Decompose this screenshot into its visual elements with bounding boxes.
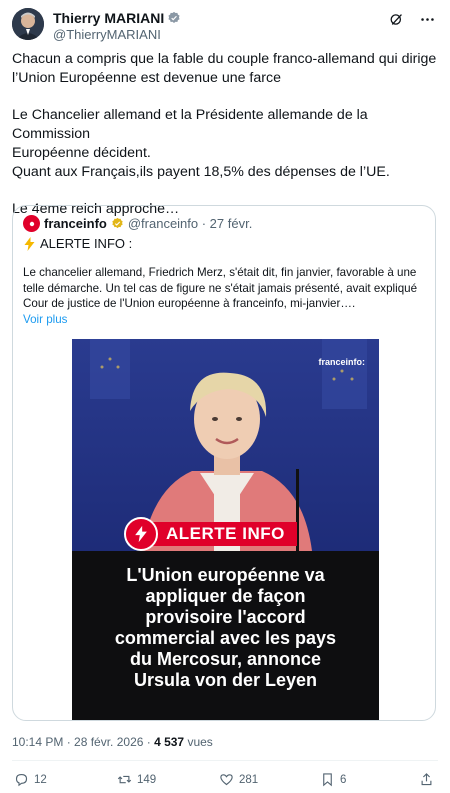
author-name[interactable]: Thierry MARIANI [53,10,164,26]
alert-banner-label: ALERTE INFO [148,522,297,546]
tweet-line: Chacun a compris que la fable du couple … [12,51,437,67]
timestamp-time[interactable]: 10:14 PM · 28 févr. 2026 · [12,735,154,749]
headline-line: commercial avec les pays [114,628,337,648]
headline-line: L'Union européenne va [126,565,325,585]
verified-badge-icon [168,11,180,23]
like-button[interactable]: 281 [219,772,258,787]
bookmark-button[interactable]: 6 [320,772,346,787]
more-options-icon[interactable] [419,11,436,28]
quoted-body-line: Cour de justice de l'Union européenne à … [23,297,356,311]
headline-line: Ursula von der Leyen [133,670,318,690]
show-more-link[interactable]: Voir plus [23,313,67,326]
bookmark-icon [323,773,332,787]
quoted-author-name[interactable]: franceinfo [44,216,107,231]
repost-button[interactable]: 149 [117,772,156,787]
heart-icon [220,774,233,786]
media-headline: L'Union européenne va appliquer de façon… [72,551,379,720]
tweet-line: Quant aux Français,ils payent 18,5% des … [12,164,390,180]
bookmark-count: 6 [340,773,347,786]
repost-icon [117,775,132,784]
share-icon [421,773,432,786]
franceinfo-watermark: franceinfo: [318,357,365,367]
quoted-alert-line: ALERTE INFO : [40,236,133,251]
tweet-line: Européenne décident. [12,145,151,161]
alert-banner: ALERTE INFO [124,517,297,551]
quoted-meta: @franceinfo · 27 févr. [127,216,253,231]
tweet-line: l’Union Européenne est devenue une farce [12,70,281,86]
tweet-line: Le Chancelier allemand et la Présidente … [12,107,368,142]
reply-count: 12 [34,773,47,786]
franceinfo-avatar[interactable] [23,215,40,232]
lightning-icon [24,236,35,251]
action-bar: 12 149 281 6 [14,772,440,790]
quoted-body-line: Le chancelier allemand, Friedrich Merz, … [23,266,417,279]
gold-verified-badge-icon [112,217,123,229]
tweet-timestamp[interactable]: 10:14 PM · 28 févr. 2026 · 4 537 vues [12,735,213,749]
quoted-body: Le chancelier allemand, Friedrich Merz, … [23,265,425,312]
author-avatar[interactable] [12,8,44,40]
tweet-text: Chacun a compris que la fable du couple … [12,50,438,219]
reply-icon [15,773,28,787]
grok-icon[interactable] [388,11,405,28]
author-handle[interactable]: @ThierryMARIANI [53,27,181,42]
headline-line: du Mercosur, annonce [129,649,322,669]
alert-lightning-icon [124,517,158,551]
quoted-media-image[interactable]: franceinfo: ALERTE INFO L'Union européen… [72,339,379,720]
headline-line: appliquer de façon [145,586,306,606]
repost-count: 149 [137,773,157,786]
reply-button[interactable]: 12 [14,772,47,787]
quoted-tweet[interactable]: franceinfo @franceinfo · 27 févr. ALERTE… [12,205,436,721]
tweet-header: Thierry MARIANI @ThierryMARIANI [12,8,438,42]
like-count: 281 [239,773,259,786]
views-count: 4 537 [154,735,185,749]
views-label: vues [184,735,213,749]
quoted-body-line: telle démarche. Un tel cas de figure ne … [23,281,418,295]
headline-line: provisoire l'accord [145,607,306,627]
share-button[interactable] [419,772,434,787]
divider [12,760,438,761]
